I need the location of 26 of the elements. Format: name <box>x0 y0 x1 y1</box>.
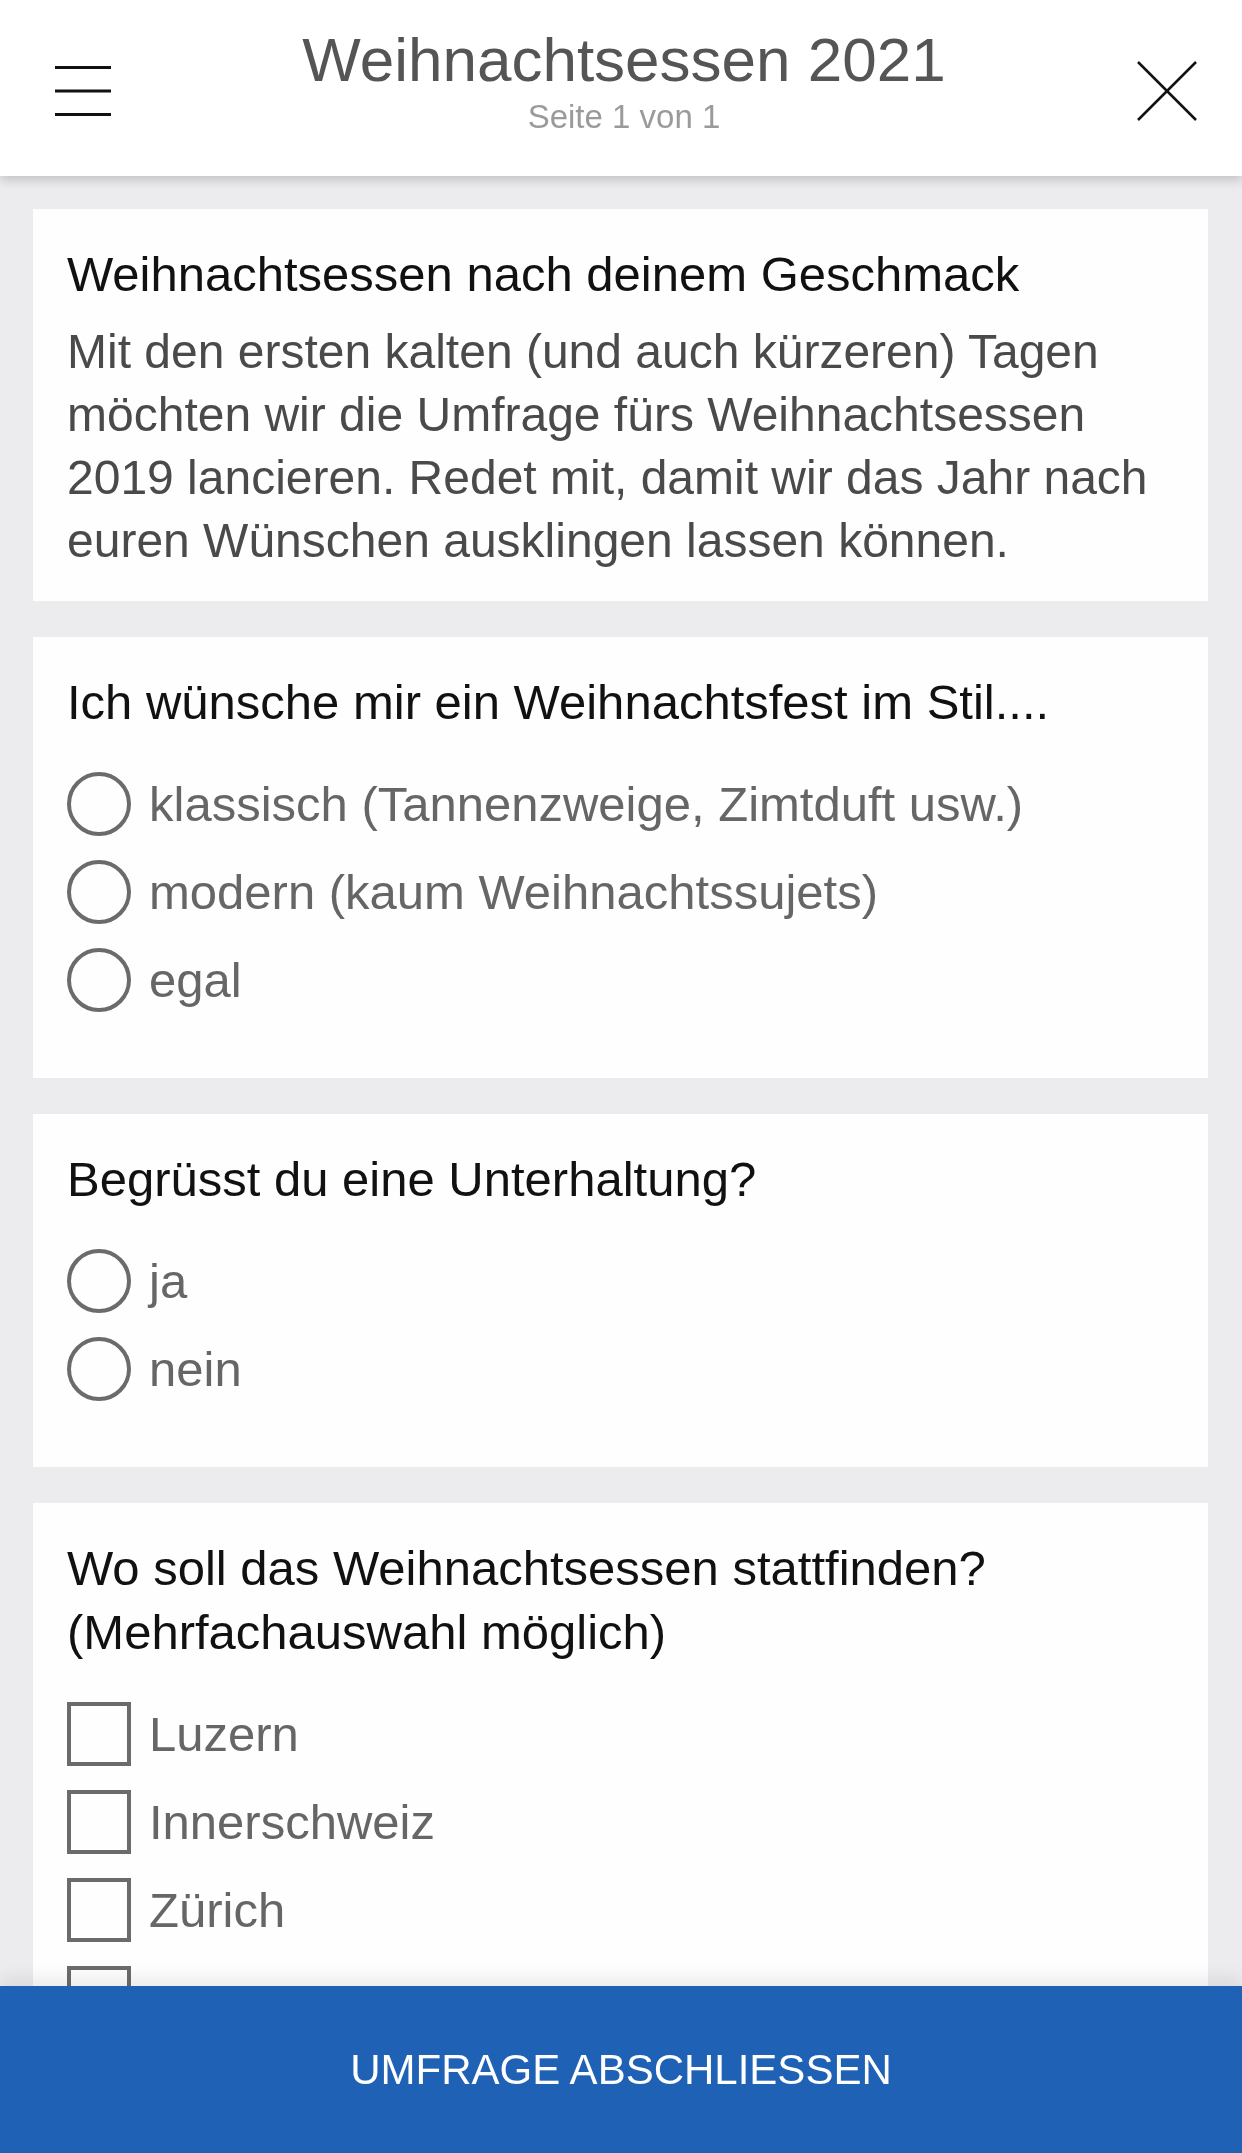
radio-button[interactable] <box>67 948 131 1012</box>
checkbox[interactable] <box>67 1790 131 1854</box>
page-title: Weihnachtsessen 2021 <box>302 24 946 96</box>
menu-icon[interactable] <box>55 66 111 116</box>
radio-button[interactable] <box>67 1337 131 1401</box>
option-label: nein <box>149 1341 242 1398</box>
radio-button[interactable] <box>67 772 131 836</box>
intro-text: Mit den ersten kalten (und auch kürzeren) Tagen möchten wir die Umfrage fürs Weihnachtsessen 2019 lancieren. Redet mit, damit wir das Jahr nach euren Wünschen ausklingen lassen können. <box>67 324 1149 569</box>
option-label: Luzern <box>149 1706 299 1763</box>
checkbox[interactable] <box>67 1878 131 1942</box>
question-text: Wo soll das Weihnachtsessen stattfinden? (Mehrfachauswahl möglich) <box>67 1540 987 1661</box>
option-label: Innerschweiz <box>149 1794 435 1851</box>
option-label: ja <box>149 1253 188 1310</box>
page-indicator: Seite 1 von 1 <box>527 98 721 136</box>
option-label: egal <box>149 952 242 1009</box>
question-text: Begrüsst du eine Unterhaltung? <box>67 1151 758 1208</box>
close-icon[interactable] <box>1137 61 1197 121</box>
option-label: modern (kaum Weihnachtssujets) <box>149 864 878 921</box>
intro-title: Weihnachtsessen nach deinem Geschmack <box>67 246 1021 303</box>
option-label: klassisch (Tannenzweige, Zimtduft usw.) <box>149 776 1024 833</box>
checkbox[interactable] <box>67 1702 131 1766</box>
option-label: Zürich <box>149 1882 286 1939</box>
submit-button[interactable]: UMFRAGE ABSCHLIESSEN <box>0 1986 1242 2153</box>
question-text: Ich wünsche mir ein Weihnachtsfest im Stil.... <box>67 674 1051 731</box>
radio-button[interactable] <box>67 860 131 924</box>
radio-button[interactable] <box>67 1249 131 1313</box>
